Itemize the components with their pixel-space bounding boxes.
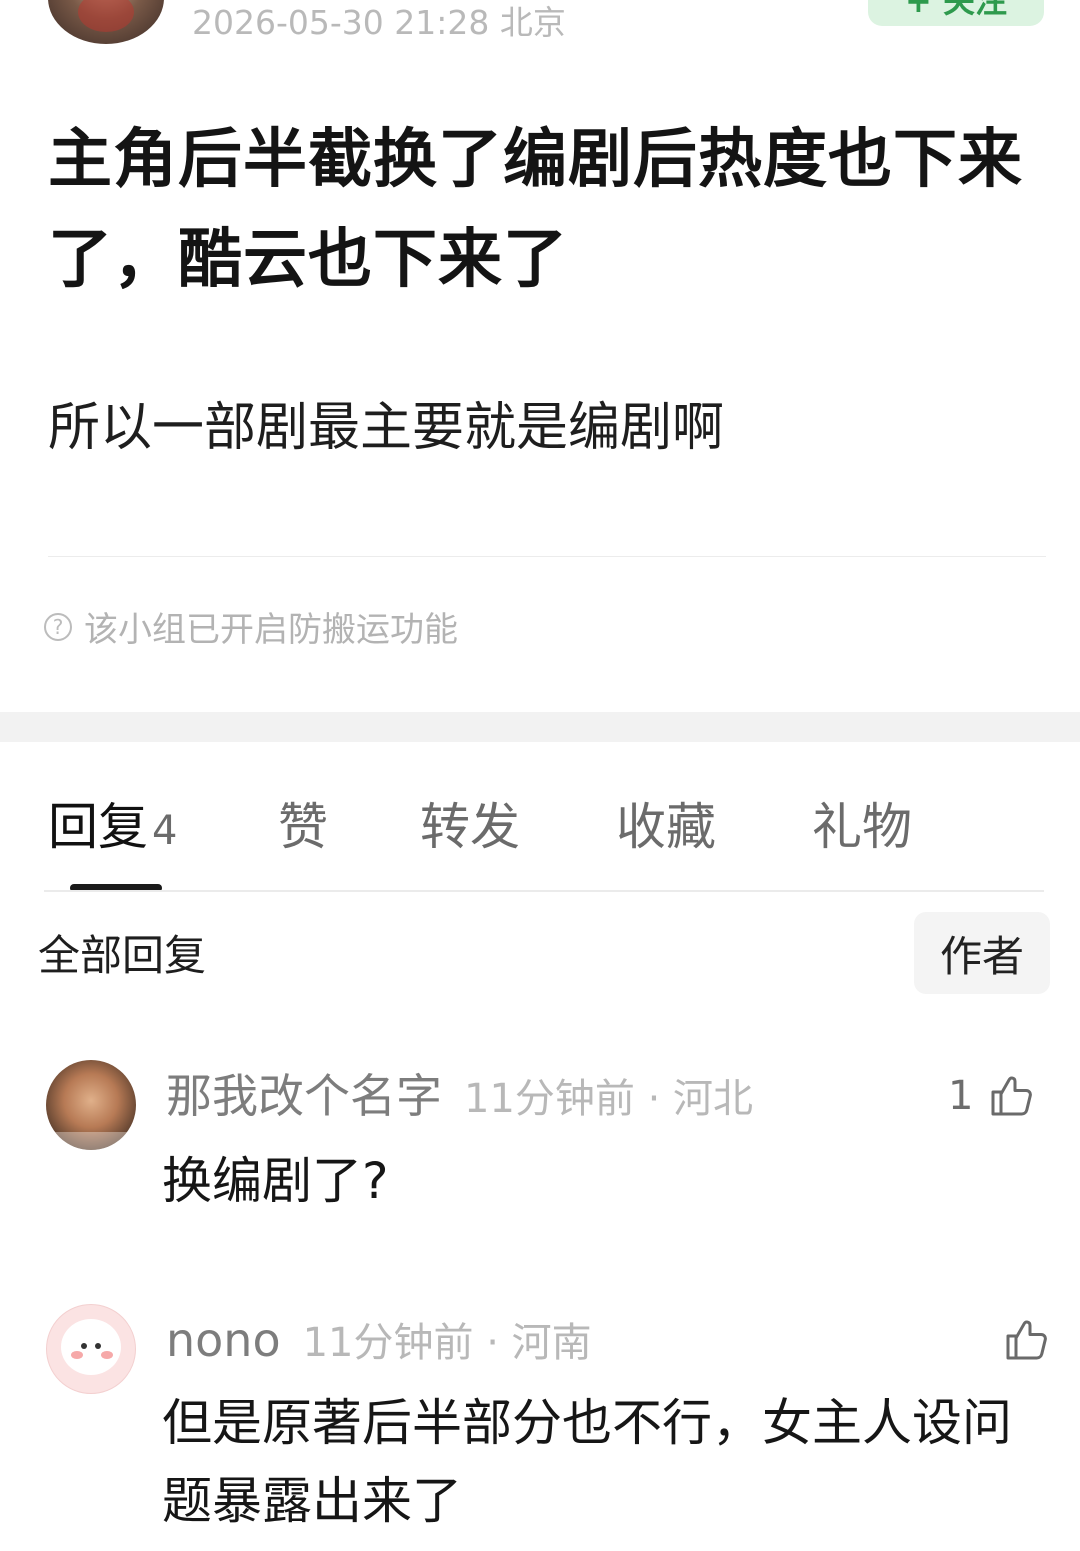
thumbs-up-icon — [1006, 1320, 1047, 1360]
tab-replies-label: 回复 — [48, 798, 148, 856]
notice-text: 该小组已开启防搬运功能 — [84, 610, 458, 650]
anti-repost-notice: ? 该小组已开启防搬运功能 — [44, 602, 458, 651]
post-title: 主角后半截换了编剧后热度也下来了，酷云也下来了 — [48, 123, 1023, 297]
post-body: 所以一部剧最主要就是编剧啊 — [48, 398, 725, 458]
question-circle-icon[interactable]: ? — [44, 612, 72, 641]
all-replies-label: 全部回复 — [38, 931, 207, 980]
tab-replies[interactable]: 回复 4 — [48, 792, 177, 866]
commenter-name[interactable]: 那我改个名字 — [166, 1069, 442, 1123]
comment-like-button[interactable] — [988, 1310, 1050, 1370]
comment-like-button[interactable]: 1 — [948, 1066, 1035, 1126]
tab-favorites[interactable]: 收藏 — [616, 792, 716, 862]
commenter-avatar[interactable] — [46, 1304, 136, 1394]
comment-text: 换编剧了? — [162, 1152, 389, 1210]
tab-likes[interactable]: 赞 — [278, 792, 328, 862]
author-only-filter-button[interactable]: 作者 — [914, 912, 1050, 994]
section-separator — [0, 712, 1080, 742]
commenter-avatar[interactable] — [46, 1060, 136, 1150]
commenter-name[interactable]: nono — [166, 1313, 281, 1367]
author-avatar[interactable] — [48, 0, 164, 44]
divider — [48, 556, 1046, 557]
comment-meta: 11分钟前 · 河南 — [302, 1320, 592, 1366]
comment-header: nono 11分钟前 · 河南 — [166, 1310, 592, 1381]
post-meta: 2026-05-30 21:28 北京 — [192, 3, 566, 42]
tab-gifts[interactable]: 礼物 — [812, 792, 912, 862]
tab-reposts[interactable]: 转发 — [420, 792, 520, 862]
follow-button[interactable]: + 关注 — [868, 0, 1044, 26]
tab-replies-count: 4 — [152, 808, 178, 854]
tabs-divider — [44, 890, 1044, 892]
comment-header: 那我改个名字 11分钟前 · 河北 — [166, 1066, 753, 1137]
thumbs-up-icon — [991, 1076, 1033, 1116]
like-count: 1 — [948, 1073, 974, 1119]
comment-meta: 11分钟前 · 河北 — [464, 1076, 754, 1122]
comment-text: 但是原著后半部分也不行，女主人设问题暴露出来了 — [162, 1394, 1012, 1530]
